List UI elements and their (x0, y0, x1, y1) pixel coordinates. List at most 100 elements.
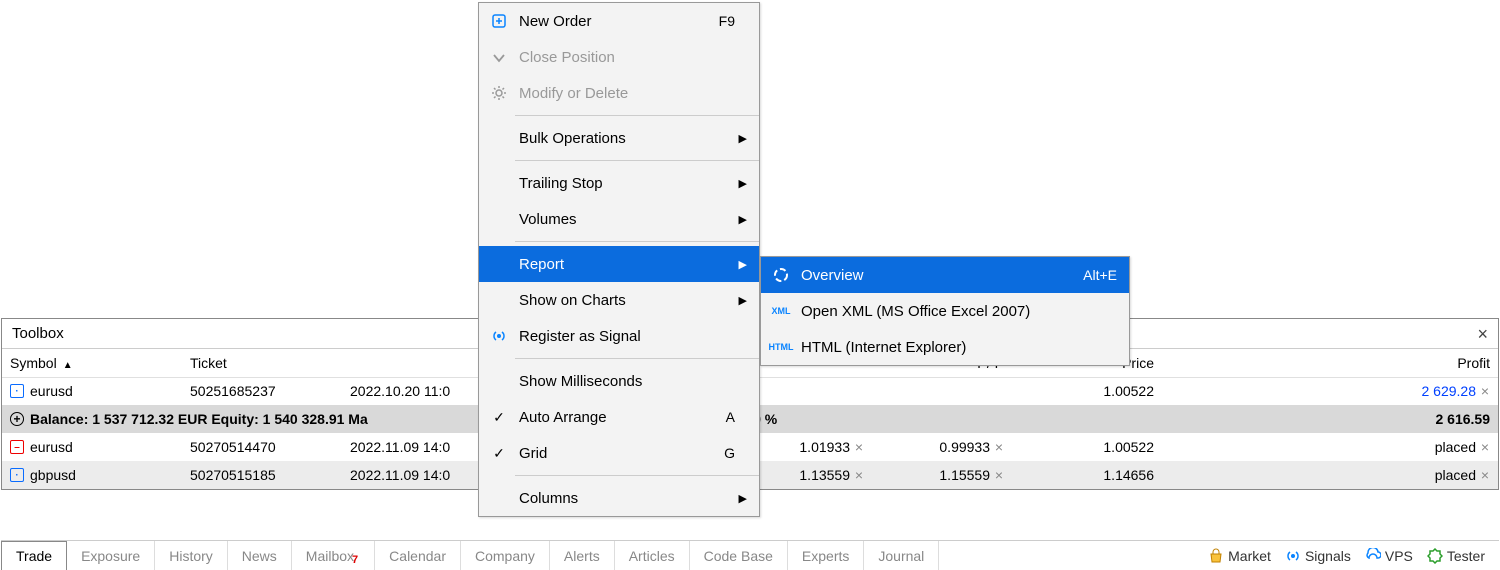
clear-icon[interactable]: × (1476, 383, 1490, 399)
tab-articles[interactable]: Articles (615, 541, 690, 570)
menu-item-label: Show Milliseconds (511, 373, 735, 390)
menu-item-label: Open XML (MS Office Excel 2007) (793, 303, 1117, 320)
clear-icon[interactable]: × (850, 467, 864, 483)
xml-icon: XML (769, 306, 793, 316)
cell-time: 2022.10.20 11:0 (342, 377, 482, 405)
menu-item-label: Modify or Delete (511, 85, 735, 102)
menu-separator (515, 115, 759, 116)
menu-separator (515, 160, 759, 161)
toolbox-title: Toolbox (12, 319, 64, 349)
tab-exposure[interactable]: Exposure (67, 541, 155, 570)
menu-item-register-as-signal[interactable]: Register as Signal (479, 318, 759, 354)
context-menu-report: OverviewAlt+EXMLOpen XML (MS Office Exce… (760, 256, 1130, 366)
symbol-icon: · (10, 384, 24, 398)
vps-icon (1365, 548, 1381, 564)
cell-profit: placed× (1162, 461, 1498, 489)
menu-item-overview[interactable]: OverviewAlt+E (761, 257, 1129, 293)
symbol-icon: – (10, 440, 24, 454)
tab-calendar[interactable]: Calendar (375, 541, 461, 570)
cell-symbol: –eurusd (2, 433, 182, 461)
cell-time: 2022.11.09 14:0 (342, 433, 482, 461)
cell-ticket: 50270515185 (182, 461, 342, 489)
tab-alerts[interactable]: Alerts (550, 541, 615, 570)
gear-icon (487, 85, 511, 101)
bottom-tab-bar: TradeExposureHistoryNewsMailbox7Calendar… (1, 540, 1499, 570)
bottom-right-links: Market Signals VPS Tester (1208, 548, 1499, 564)
menu-item-label: Close Position (511, 49, 735, 66)
menu-item-columns[interactable]: Columns▶ (479, 480, 759, 516)
balance-summary-left: +Balance: 1 537 712.32 EUR Equity: 1 540… (2, 405, 542, 433)
clear-icon[interactable]: × (1476, 439, 1490, 455)
cell-time: 2022.11.09 14:0 (342, 461, 482, 489)
submenu-arrow-icon: ▶ (735, 258, 747, 271)
clear-icon[interactable]: × (1476, 467, 1490, 483)
clear-icon[interactable]: × (850, 439, 864, 455)
menu-item-auto-arrange[interactable]: ✓Auto ArrangeA (479, 399, 759, 435)
menu-item-label: Columns (511, 490, 735, 507)
menu-item-label: Trailing Stop (511, 175, 735, 192)
menu-item-shortcut: F9 (719, 13, 735, 29)
clear-icon[interactable]: × (990, 467, 1004, 483)
market-link[interactable]: Market (1208, 548, 1271, 564)
menu-item-label: Grid (511, 445, 724, 462)
menu-item-label: Report (511, 256, 735, 273)
vps-link[interactable]: VPS (1365, 548, 1413, 564)
submenu-arrow-icon: ▶ (735, 492, 747, 505)
menu-item-label: New Order (511, 13, 719, 30)
menu-item-label: Auto Arrange (511, 409, 726, 426)
close-icon[interactable]: × (1477, 319, 1488, 349)
tab-history[interactable]: History (155, 541, 228, 570)
html-icon: HTML (769, 342, 793, 352)
menu-item-grid[interactable]: ✓GridG (479, 435, 759, 471)
expand-icon[interactable]: + (10, 412, 24, 426)
menu-item-label: Overview (793, 267, 1083, 284)
menu-item-volumes[interactable]: Volumes▶ (479, 201, 759, 237)
menu-item-show-milliseconds[interactable]: Show Milliseconds (479, 363, 759, 399)
new-order-icon (487, 13, 511, 29)
clear-icon[interactable]: × (990, 439, 1004, 455)
menu-item-modify-or-delete: Modify or Delete (479, 75, 759, 111)
submenu-arrow-icon: ▶ (735, 294, 747, 307)
tab-experts[interactable]: Experts (788, 541, 864, 570)
check-icon: ✓ (487, 445, 511, 462)
col-ticket[interactable]: Ticket (182, 349, 342, 377)
cell-symbol: ·eurusd (2, 377, 182, 405)
menu-item-report[interactable]: Report▶ (479, 246, 759, 282)
tab-journal[interactable]: Journal (864, 541, 939, 570)
menu-item-html-internet-explorer-[interactable]: HTMLHTML (Internet Explorer) (761, 329, 1129, 365)
cell-ticket: 50251685237 (182, 377, 342, 405)
submenu-arrow-icon: ▶ (735, 213, 747, 226)
submenu-arrow-icon: ▶ (735, 132, 747, 145)
menu-item-shortcut: A (726, 409, 735, 425)
menu-item-label: Bulk Operations (511, 130, 735, 147)
mailbox-badge: 7 (352, 554, 358, 566)
col-symbol[interactable]: Symbol▲ (2, 349, 182, 377)
cell-profit: 2 629.28× (1162, 377, 1498, 405)
menu-item-open-xml-ms-office-excel-2007-[interactable]: XMLOpen XML (MS Office Excel 2007) (761, 293, 1129, 329)
market-icon (1208, 548, 1224, 564)
sort-asc-icon: ▲ (57, 360, 73, 371)
signals-link[interactable]: Signals (1285, 548, 1351, 564)
col-profit[interactable]: Profit (1162, 349, 1498, 377)
tab-trade[interactable]: Trade (1, 541, 67, 570)
menu-item-trailing-stop[interactable]: Trailing Stop▶ (479, 165, 759, 201)
signals-icon (1285, 548, 1301, 564)
col-time[interactable] (342, 349, 482, 377)
overview-icon (769, 267, 793, 283)
menu-item-new-order[interactable]: New OrderF9 (479, 3, 759, 39)
tab-mailbox[interactable]: Mailbox7 (292, 541, 375, 570)
signal-icon (487, 328, 511, 344)
menu-item-label: HTML (Internet Explorer) (793, 339, 1117, 356)
tab-news[interactable]: News (228, 541, 292, 570)
menu-item-show-on-charts[interactable]: Show on Charts▶ (479, 282, 759, 318)
menu-item-bulk-operations[interactable]: Bulk Operations▶ (479, 120, 759, 156)
balance-profit: 2 616.59 (1162, 405, 1498, 433)
menu-item-close-position: Close Position (479, 39, 759, 75)
menu-item-label: Show on Charts (511, 292, 735, 309)
tab-code base[interactable]: Code Base (690, 541, 788, 570)
cell-ticket: 50270514470 (182, 433, 342, 461)
tester-link[interactable]: Tester (1427, 548, 1485, 564)
menu-separator (515, 475, 759, 476)
menu-item-shortcut: G (724, 445, 735, 461)
tab-company[interactable]: Company (461, 541, 550, 570)
